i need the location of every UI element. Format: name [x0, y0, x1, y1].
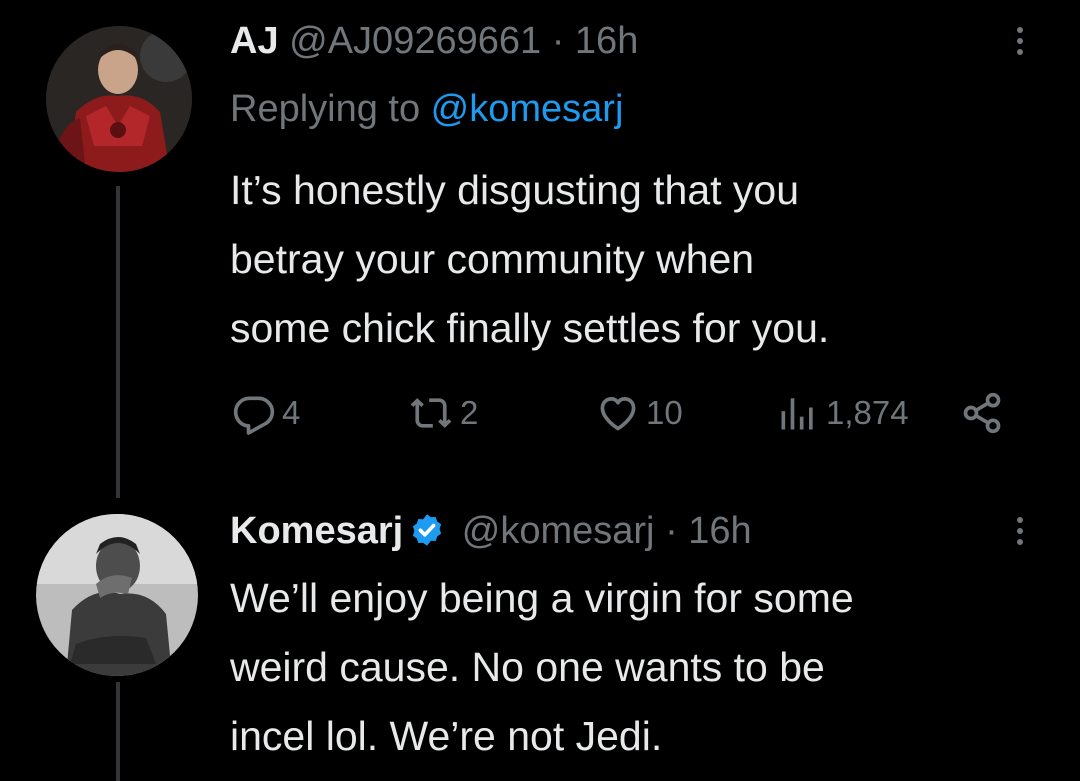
separator-dot: · — [665, 510, 678, 552]
thread-line-bottom — [116, 682, 120, 781]
more-icon[interactable] — [1012, 18, 1028, 64]
avatar-image — [36, 514, 198, 676]
avatar-image — [46, 26, 192, 172]
avatar[interactable] — [36, 514, 198, 676]
replying-to-label: Replying to — [230, 88, 431, 130]
mention-link[interactable]: @komesarj — [431, 88, 624, 130]
tweet-text: We’ll enjoy being a virgin for some weir… — [230, 575, 854, 759]
heart-icon — [600, 397, 636, 431]
display-name[interactable]: Komesarj — [230, 510, 403, 552]
share-icon — [963, 392, 1001, 434]
like-button[interactable]: 10 — [596, 388, 683, 438]
retweet-icon — [410, 398, 452, 428]
tweet-header: AJ @AJ09269661 · 16h — [230, 18, 638, 64]
tweet-text: It’s honestly disgusting that you betray… — [230, 167, 830, 351]
views-button[interactable]: 1,874 — [776, 388, 909, 438]
like-count: 10 — [646, 394, 683, 431]
retweet-button[interactable]: 2 — [408, 388, 478, 438]
avatar[interactable] — [46, 26, 192, 172]
tweet-header: Komesarj @komesarj · 16h — [230, 508, 752, 559]
separator-dot: · — [551, 20, 565, 62]
thread-line-top — [116, 186, 120, 498]
timestamp[interactable]: 16h — [575, 20, 638, 62]
more-icon[interactable] — [1012, 508, 1028, 554]
reply-count: 4 — [282, 394, 301, 431]
views-icon — [781, 398, 813, 430]
tweet-actions: 4 2 10 1,874 — [230, 388, 1010, 438]
reply-button[interactable]: 4 — [232, 388, 300, 438]
timestamp[interactable]: 16h — [688, 510, 751, 552]
reply-icon — [233, 396, 275, 435]
user-handle[interactable]: @AJ09269661 — [289, 20, 541, 62]
replying-to: Replying to @komesarj — [230, 86, 623, 132]
verified-badge-icon — [409, 512, 445, 559]
retweet-count: 2 — [460, 394, 479, 431]
user-handle[interactable]: @komesarj — [462, 510, 655, 552]
share-button[interactable] — [960, 388, 1004, 438]
view-count: 1,874 — [826, 394, 909, 431]
display-name[interactable]: AJ — [230, 20, 279, 62]
